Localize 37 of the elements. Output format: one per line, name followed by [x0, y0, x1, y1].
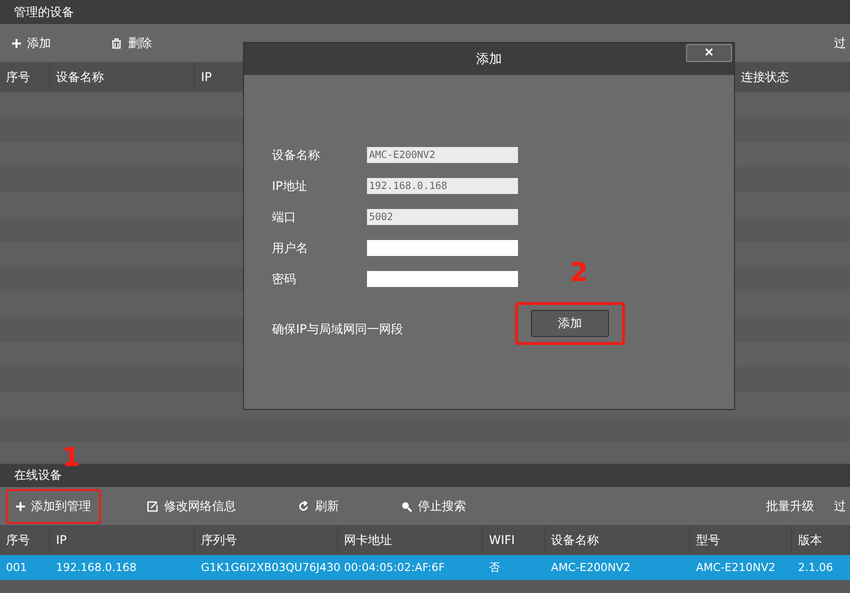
table-cell-text: AMC-E200NV2 [550, 560, 632, 576]
toolbar-button[interactable]: 停止搜索 [395, 494, 472, 518]
hint-text: 确保IP与局域网同一网段 [272, 321, 404, 338]
input-field[interactable] [367, 240, 518, 256]
toolbar-button[interactable]: 批量升级 [760, 494, 820, 518]
table-cell-text: 否 [488, 560, 501, 576]
field-label: 端口 [272, 208, 297, 226]
toolbar-button[interactable]: 刷新 [292, 494, 345, 518]
field-label: 设备名称 [272, 146, 321, 164]
add-button[interactable]: 添加 [531, 310, 609, 337]
table-cell-text: 00:04:05:02:AF:6F [343, 560, 446, 576]
trash-icon [111, 38, 122, 48]
refresh-icon [298, 500, 309, 512]
table-cell-text: G1K1G6I2XB03QU76J430 [200, 560, 338, 576]
annotation-number: 2 [570, 260, 588, 286]
table-cell-text: AMC-E210NV2 [695, 560, 776, 576]
plus-icon [12, 38, 21, 48]
toolbar-button[interactable]: 过 [828, 30, 850, 56]
field-label: 密码 [272, 270, 297, 288]
toolbar-button[interactable]: 添加 [6, 30, 57, 56]
close-button[interactable]: × [686, 44, 732, 62]
dialog-title: 添加 [476, 51, 502, 68]
add-to-managed-button[interactable]: 添加到管理 [6, 488, 101, 524]
search-icon [401, 500, 412, 512]
section-title: 管理的设备 [0, 0, 850, 24]
field-label: IP地址 [272, 178, 308, 194]
table-cell-text: 2.1.06 [797, 560, 834, 576]
table-row[interactable]: 001 192.168.0.168 G1K1G6I2XB03QU76J430 00:04:05:02:AF:6F 否 AMC-E200NV2 AMC-E210NV2 2.1.06 [0, 555, 850, 580]
field-label: 用户名 [272, 240, 309, 256]
input-field[interactable] [367, 271, 518, 287]
table-cell-text: 001 [5, 560, 28, 576]
toolbar-button[interactable]: 删除 [105, 30, 158, 56]
toolbar-button[interactable]: 修改网络信息 [141, 494, 242, 518]
toolbar-button[interactable]: 过 [828, 494, 850, 518]
edit-icon [147, 500, 158, 512]
plus-icon [16, 502, 25, 510]
table-cell-text: 192.168.0.168 [55, 560, 138, 576]
